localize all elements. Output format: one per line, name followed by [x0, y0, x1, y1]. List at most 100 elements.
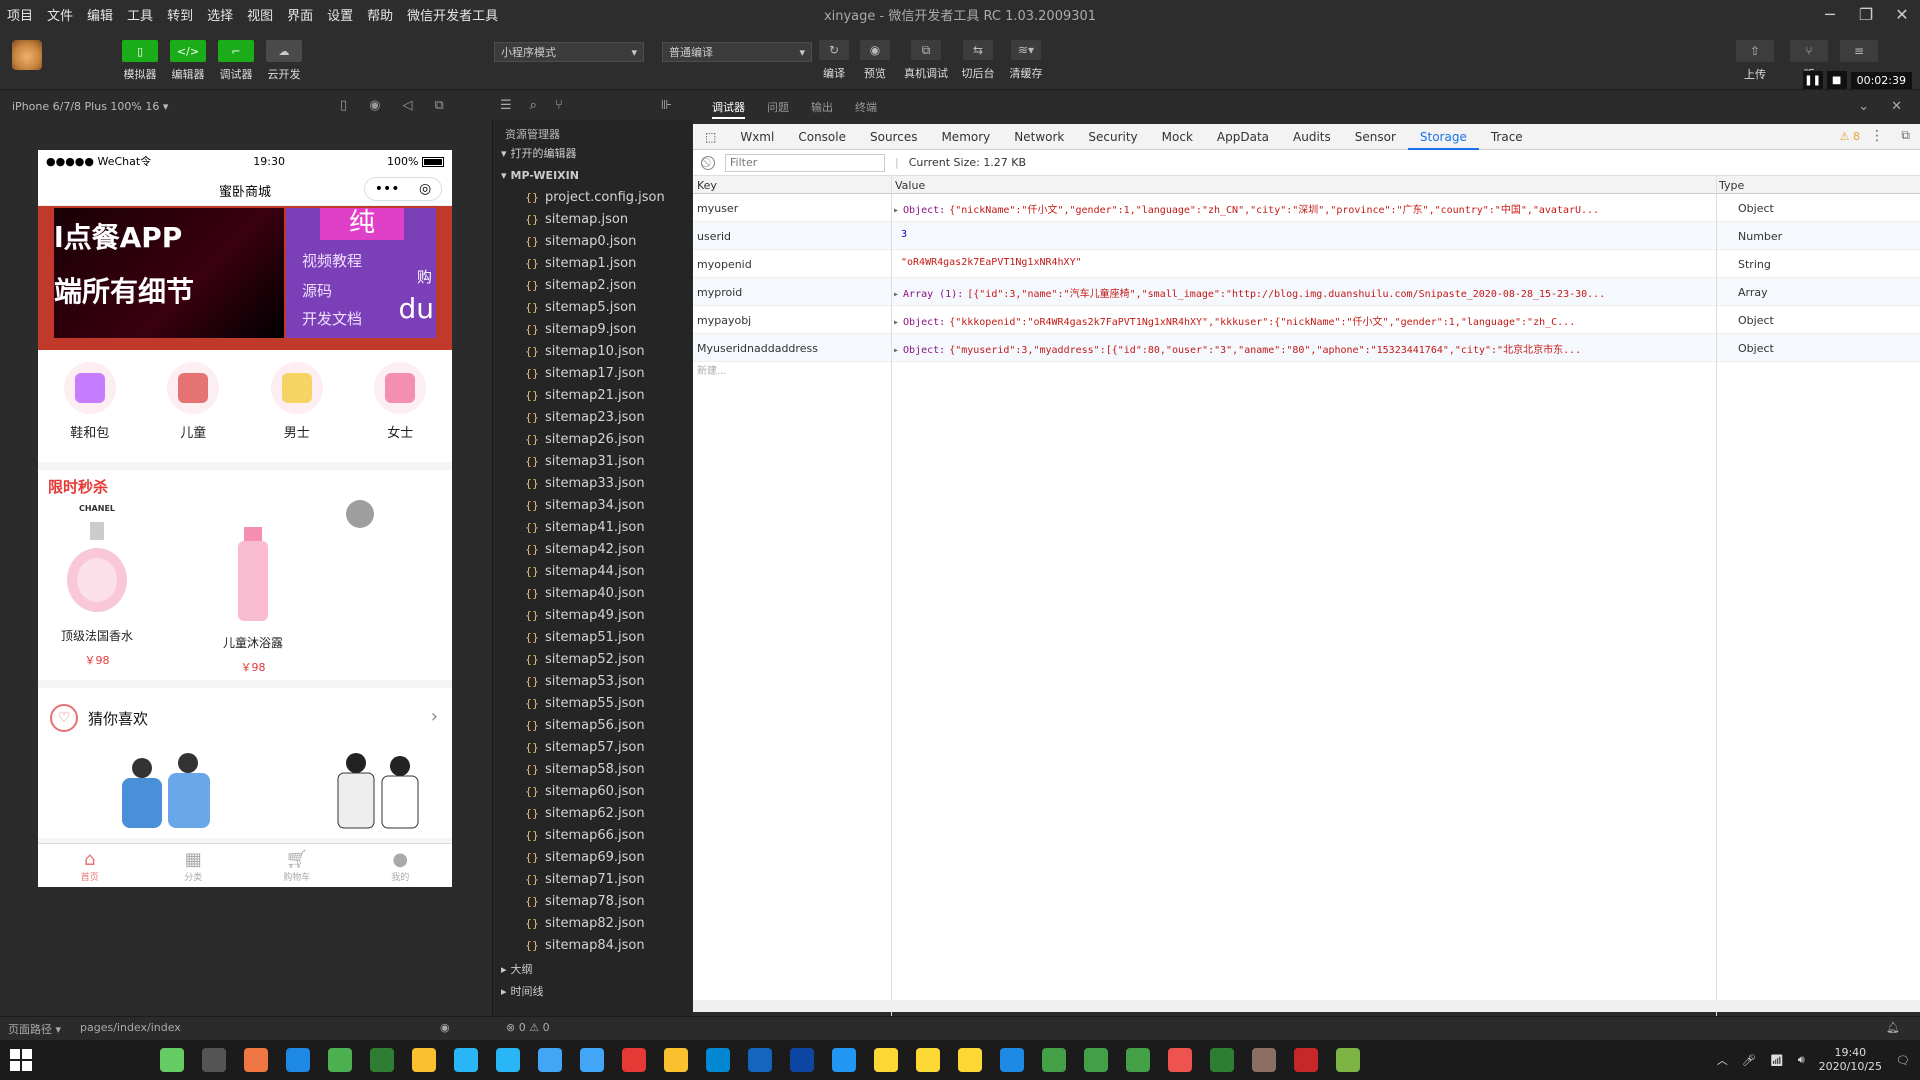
column-value[interactable]: Value [895, 179, 925, 192]
category-bags[interactable]: 鞋和包 [55, 362, 125, 462]
page-path-label[interactable]: 页面路径 ▾ [8, 1021, 61, 1037]
file-item[interactable]: {} sitemap84.json [493, 934, 692, 956]
file-item[interactable]: {} sitemap26.json [493, 428, 692, 450]
file-item[interactable]: {} sitemap34.json [493, 494, 692, 516]
close-icon[interactable]: ✕ [1891, 99, 1902, 114]
undock-icon[interactable]: ⧉ [1901, 128, 1910, 143]
device-select[interactable]: iPhone 6/7/8 Plus 100% 16 ▾ [12, 100, 168, 113]
tab-memory[interactable]: Memory [929, 124, 1002, 150]
file-item[interactable]: {} sitemap57.json [493, 736, 692, 758]
stop-icon[interactable]: ■ [1826, 71, 1847, 89]
page-path[interactable]: pages/index/index [80, 1021, 181, 1034]
storage-value[interactable]: 3 [893, 229, 1713, 240]
warning-count[interactable]: ⚠ 8 [1840, 130, 1860, 143]
expand-icon[interactable]: ▸ [893, 289, 899, 300]
menu-item[interactable]: 视图 [240, 5, 280, 24]
details-button[interactable]: ≡ [1840, 40, 1878, 62]
mode-select[interactable]: 小程序模式 ▾ [494, 42, 644, 62]
menu-item[interactable]: 帮助 [360, 5, 400, 24]
close-circle-icon[interactable]: ◎ [419, 181, 431, 197]
storage-value[interactable]: ▸ Object: {"myuserid":3,"myaddress":[{"id"… [893, 341, 1713, 356]
file-item[interactable]: {} sitemap.json [493, 208, 692, 230]
expand-icon[interactable]: ▸ [893, 317, 899, 328]
menu-item[interactable]: 文件 [40, 5, 80, 24]
storage-value[interactable]: ▸ Array (1): [{"id":3,"name":"汽车儿童座椅","sma… [893, 285, 1713, 300]
pycharm-icon[interactable] [1084, 1048, 1108, 1072]
code-icon[interactable] [370, 1048, 394, 1072]
file-item[interactable]: {} sitemap40.json [493, 582, 692, 604]
tab-audits[interactable]: Audits [1281, 124, 1343, 150]
debugger-button[interactable]: ⌐ 调试器 [216, 40, 256, 82]
file-item[interactable]: {} sitemap78.json [493, 890, 692, 912]
bell-icon[interactable]: 🔔︎ [1886, 1021, 1900, 1034]
clear-cache-button[interactable]: ≋▾ 清缓存 [1003, 40, 1049, 81]
open-editors-section[interactable]: ▾ 打开的编辑器 [493, 142, 692, 164]
sound-icon[interactable]: ◁ [403, 98, 413, 113]
edge-icon[interactable] [538, 1048, 562, 1072]
file-item[interactable]: {} sitemap82.json [493, 912, 692, 934]
file-item[interactable]: {} sitemap62.json [493, 802, 692, 824]
file-item[interactable]: {} project.config.json [493, 186, 692, 208]
table-row[interactable]: userid 3 Number [693, 222, 1920, 250]
windows-start-icon[interactable] [10, 1049, 32, 1071]
file-item[interactable]: {} sitemap55.json [493, 692, 692, 714]
tab-wxml[interactable]: Wxml [728, 124, 786, 150]
editor-button[interactable]: </> 编辑器 [168, 40, 208, 82]
folder-icon[interactable] [874, 1048, 898, 1072]
file-item[interactable]: {} sitemap33.json [493, 472, 692, 494]
table-row[interactable]: mypayobj ▸ Object: {"kkkopenid":"oR4WR4gas2… [693, 306, 1920, 334]
record-icon[interactable]: ◉ [369, 98, 380, 113]
file-item[interactable]: {} sitemap44.json [493, 560, 692, 582]
storage-value[interactable]: ▸ Object: {"kkkopenid":"oR4WR4gas2k7FaPVT1… [893, 313, 1713, 328]
file-item[interactable]: {} sitemap56.json [493, 714, 692, 736]
notepad-icon[interactable] [328, 1048, 352, 1072]
app-icon[interactable] [622, 1048, 646, 1072]
mic-icon[interactable]: 🎤︎ [1742, 1054, 1756, 1067]
chevron-up-icon[interactable]: ︿ [1717, 1052, 1728, 1068]
list-icon[interactable]: ☰ [500, 98, 512, 113]
terminal-icon[interactable] [202, 1048, 226, 1072]
restore-icon[interactable]: ❐ [1848, 0, 1884, 28]
file-item[interactable]: {} sitemap42.json [493, 538, 692, 560]
chrome-icon[interactable] [244, 1048, 268, 1072]
cloud-button[interactable]: ☁ 云开发 [264, 40, 304, 82]
guess-you-like-header[interactable]: ♡ 猜你喜欢 › [38, 688, 452, 748]
file-item[interactable]: {} sitemap49.json [493, 604, 692, 626]
table-row[interactable]: Myuseridnaddaddress ▸ Object: {"myuserid":3… [693, 334, 1920, 362]
tab-mock[interactable]: Mock [1150, 124, 1205, 150]
file-item[interactable]: {} sitemap31.json [493, 450, 692, 472]
portrait-icon[interactable]: ▯ [340, 98, 347, 113]
app-icon[interactable] [1126, 1048, 1150, 1072]
app-icon[interactable] [1252, 1048, 1276, 1072]
chevron-down-icon[interactable]: ⌄ [1858, 99, 1869, 114]
folder-icon[interactable] [916, 1048, 940, 1072]
column-type[interactable]: Type [1719, 179, 1744, 192]
ie-icon[interactable] [496, 1048, 520, 1072]
inspect-icon[interactable]: ⬚ [693, 124, 728, 150]
notification-icon[interactable]: 🗨︎ [1896, 1054, 1910, 1067]
hbuilder-icon[interactable] [1168, 1048, 1192, 1072]
app-icon[interactable] [412, 1048, 436, 1072]
compile-button[interactable]: ↻ 编译 [811, 40, 857, 81]
edge-icon[interactable] [580, 1048, 604, 1072]
qq-icon[interactable] [286, 1048, 310, 1072]
close-icon[interactable]: ✕ [1884, 0, 1920, 28]
tab-appdata[interactable]: AppData [1205, 124, 1281, 150]
file-item[interactable]: {} sitemap9.json [493, 318, 692, 340]
tab-profile[interactable]: ● 我的 [370, 849, 430, 883]
avatar-icon[interactable] [1210, 1048, 1234, 1072]
clear-icon[interactable]: ⃠ [701, 155, 715, 170]
menu-item[interactable]: 工具 [120, 5, 160, 24]
file-item[interactable]: {} sitemap23.json [493, 406, 692, 428]
file-item[interactable]: {} sitemap60.json [493, 780, 692, 802]
menu-item[interactable]: 编辑 [80, 5, 120, 24]
preview-button[interactable]: ◉ 预览 [852, 40, 898, 81]
file-item[interactable]: {} sitemap51.json [493, 626, 692, 648]
menu-item[interactable]: 选择 [200, 5, 240, 24]
tab-console[interactable]: Console [786, 124, 858, 150]
banner-swiper[interactable]: l点餐APP 端所有细节 纯 视频教程 源码 开发文档 购 du [38, 206, 452, 350]
tab-storage[interactable]: Storage [1407, 124, 1479, 150]
video-icon[interactable] [958, 1048, 982, 1072]
menu-item[interactable]: 转到 [160, 5, 200, 24]
debug-tab[interactable]: 输出 [811, 99, 833, 119]
